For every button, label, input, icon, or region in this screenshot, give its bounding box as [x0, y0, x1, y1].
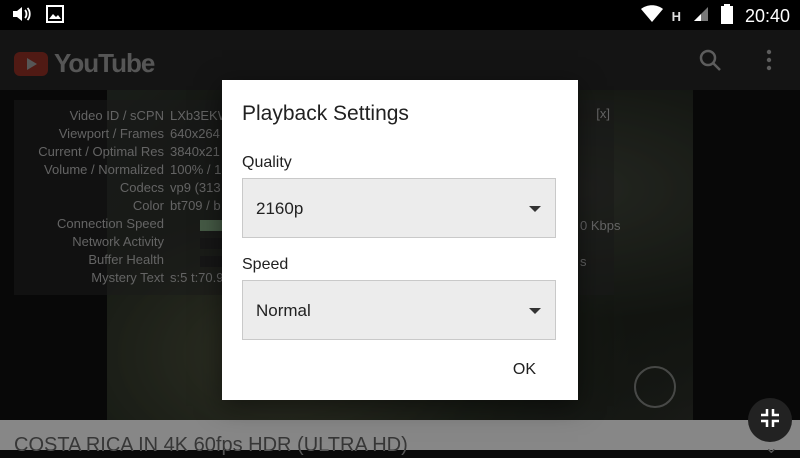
speed-label: Speed: [242, 256, 289, 273]
quality-label: Quality: [242, 154, 292, 171]
volume-icon: [12, 5, 32, 28]
status-bar: H 20:40: [0, 0, 800, 30]
exit-fullscreen-icon: [759, 407, 781, 434]
dropdown-arrow-icon: [529, 308, 541, 314]
speed-value: Normal: [256, 301, 311, 320]
status-time: 20:40: [744, 6, 790, 26]
ok-button[interactable]: OK: [513, 361, 536, 379]
wifi-icon: [640, 5, 664, 28]
image-notification-icon: [46, 5, 64, 28]
signal-icon: [693, 6, 709, 27]
dialog-title: Playback Settings: [242, 102, 409, 125]
quality-value: 2160p: [256, 199, 304, 218]
battery-icon: [720, 4, 733, 29]
exit-fullscreen-button[interactable]: [748, 398, 792, 442]
quality-select[interactable]: 2160p: [242, 178, 556, 238]
dropdown-arrow-icon: [529, 206, 541, 212]
playback-settings-dialog: Playback Settings Quality 2160p Speed No…: [222, 80, 578, 400]
speed-select[interactable]: Normal: [242, 280, 556, 340]
network-type: H: [671, 9, 681, 24]
